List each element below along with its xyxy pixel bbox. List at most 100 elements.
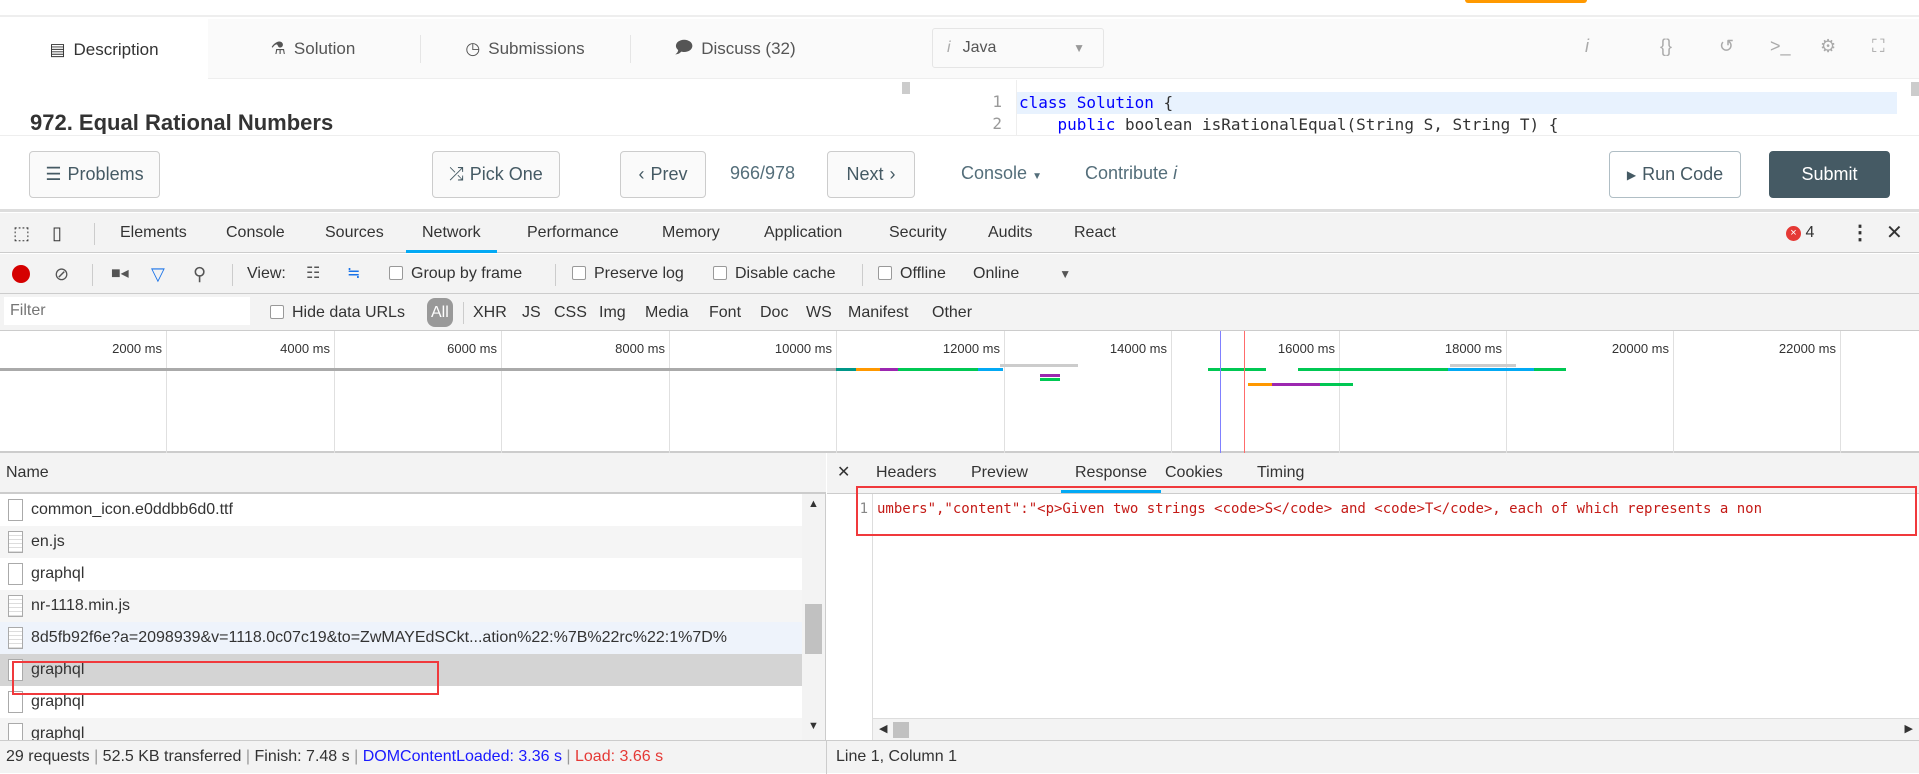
- device-toolbar-icon[interactable]: ▯: [52, 213, 62, 253]
- close-detail-icon[interactable]: ✕: [837, 453, 850, 493]
- timeline-bar: [1248, 383, 1272, 386]
- console-dropdown[interactable]: Console ▼: [961, 163, 1042, 184]
- divider: [94, 223, 95, 245]
- filter-type-manifest[interactable]: Manifest: [848, 294, 908, 331]
- clear-icon[interactable]: ⊘: [54, 254, 69, 294]
- tab-submissions[interactable]: ◷ Submissions: [420, 19, 630, 79]
- devtools-tab-application[interactable]: Application: [764, 213, 842, 253]
- scroll-down-icon[interactable]: ▼: [808, 720, 819, 732]
- tick-label: 8000 ms: [615, 341, 665, 356]
- request-row[interactable]: en.js: [0, 526, 802, 558]
- description-icon: ▤: [49, 39, 66, 59]
- tick-label: 22000 ms: [1778, 341, 1836, 356]
- request-row[interactable]: common_icon.e0ddbb6d0.ttf: [0, 494, 802, 526]
- checkbox-label: Preserve log: [594, 265, 684, 282]
- format-braces-icon[interactable]: {}: [1660, 36, 1672, 57]
- waterfall-icon[interactable]: ≒: [347, 254, 360, 294]
- error-count: 4: [1805, 224, 1815, 241]
- filter-type-font[interactable]: Font: [709, 294, 741, 331]
- name-column-header[interactable]: Name: [0, 453, 826, 494]
- terminal-icon[interactable]: >_: [1770, 36, 1791, 57]
- request-row[interactable]: nr-1118.min.js: [0, 590, 802, 622]
- scroll-up-icon[interactable]: ▲: [808, 498, 819, 510]
- timeline-bar: [0, 368, 836, 371]
- tick-label: 2000 ms: [112, 341, 162, 356]
- network-toolbar: ⊘ ■◂ ▽ ⚲ View: ☷ ≒ Group by frame Preser…: [0, 254, 1919, 294]
- screenshot-camera-icon[interactable]: ■◂: [111, 254, 129, 294]
- timeline-bar: [856, 368, 880, 371]
- close-devtools-icon[interactable]: ✕: [1886, 213, 1903, 253]
- tab-solution[interactable]: ⚗ Solution: [208, 19, 418, 79]
- search-icon[interactable]: ⚲: [193, 254, 206, 294]
- editor-scrollbar[interactable]: [1911, 82, 1919, 96]
- offline-checkbox[interactable]: Offline: [878, 254, 946, 294]
- script-file-icon: [8, 627, 23, 649]
- request-row[interactable]: graphql: [0, 558, 802, 590]
- scrollbar-thumb[interactable]: [805, 604, 822, 654]
- scroll-left-icon[interactable]: ◀: [879, 722, 887, 735]
- filter-type-css[interactable]: CSS: [554, 294, 587, 331]
- disable-cache-checkbox[interactable]: Disable cache: [713, 254, 836, 294]
- settings-icon[interactable]: ⚙: [1820, 36, 1836, 57]
- next-button[interactable]: Next ›: [827, 151, 915, 198]
- devtools-tab-memory[interactable]: Memory: [662, 213, 720, 253]
- record-icon[interactable]: [12, 265, 30, 283]
- hide-data-urls-checkbox[interactable]: Hide data URLs: [270, 294, 405, 331]
- reset-icon[interactable]: ↺: [1719, 36, 1734, 57]
- description-scrollbar[interactable]: [902, 82, 910, 94]
- devtools-tab-sources[interactable]: Sources: [325, 213, 384, 253]
- tick-label: 16000 ms: [1277, 341, 1335, 356]
- info-icon[interactable]: i: [1585, 36, 1589, 57]
- language-select[interactable]: i Java ▼: [932, 28, 1104, 68]
- problems-button[interactable]: ☰ Problems: [29, 151, 160, 198]
- tab-discuss[interactable]: 🗩 Discuss (32): [630, 19, 840, 79]
- filter-type-other[interactable]: Other: [932, 294, 972, 331]
- more-options-icon[interactable]: ⋮: [1850, 213, 1870, 253]
- gutter: 1 2: [927, 80, 1017, 135]
- large-rows-icon[interactable]: ☷: [306, 254, 320, 294]
- devtools-tab-console[interactable]: Console: [226, 213, 285, 253]
- filter-type-js[interactable]: JS: [522, 294, 541, 331]
- timeline-bar: [898, 368, 978, 371]
- devtools-tab-react[interactable]: React: [1074, 213, 1116, 253]
- request-list-scrollbar[interactable]: ▲ ▼: [802, 494, 825, 740]
- request-name: graphql: [31, 725, 85, 740]
- filter-type-ws[interactable]: WS: [806, 294, 832, 331]
- submit-button[interactable]: Submit: [1769, 151, 1890, 198]
- problem-tabs: ▤ Description ⚗ Solution ◷ Submissions 🗩 Dis…: [0, 19, 912, 80]
- contribute-link[interactable]: Contribute i: [1085, 163, 1177, 184]
- devtools-tab-audits[interactable]: Audits: [988, 213, 1032, 253]
- filter-type-xhr[interactable]: XHR: [473, 294, 507, 331]
- group-by-frame-checkbox[interactable]: Group by frame: [389, 254, 522, 294]
- devtools-tab-performance[interactable]: Performance: [527, 213, 619, 253]
- filter-type-media[interactable]: Media: [645, 294, 689, 331]
- timeline-overview[interactable]: 2000 ms 4000 ms 6000 ms 8000 ms 10000 ms…: [0, 331, 1919, 453]
- request-row[interactable]: 8d5fb92f6e?a=2098939&v=1118.0c07c19&to=Z…: [0, 622, 802, 654]
- scrollbar-thumb[interactable]: [893, 722, 909, 738]
- throttling-select[interactable]: Online ▼: [973, 254, 1071, 294]
- filter-type-doc[interactable]: Doc: [760, 294, 788, 331]
- prev-button[interactable]: ‹ Prev: [620, 151, 706, 198]
- tick-label: 20000 ms: [1611, 341, 1669, 356]
- inspect-element-icon[interactable]: ⬚: [13, 213, 30, 253]
- preserve-log-checkbox[interactable]: Preserve log: [572, 254, 684, 294]
- pick-one-button[interactable]: ⤮ Pick One: [432, 151, 560, 198]
- filter-type-all[interactable]: All: [427, 298, 453, 327]
- file-icon: [8, 723, 23, 740]
- filter-type-img[interactable]: Img: [599, 294, 626, 331]
- run-code-button[interactable]: ▶ Run Code: [1609, 151, 1741, 198]
- devtools-tab-security[interactable]: Security: [889, 213, 947, 253]
- tab-description[interactable]: ▤ Description: [0, 19, 208, 80]
- error-counter[interactable]: × 4: [1786, 213, 1814, 253]
- grid-line: [501, 331, 502, 453]
- tick-label: 4000 ms: [280, 341, 330, 356]
- request-row[interactable]: graphql: [0, 718, 802, 740]
- filter-icon[interactable]: ▽: [151, 254, 165, 294]
- fullscreen-icon[interactable]: ⛶: [1872, 36, 1885, 57]
- horizontal-scrollbar[interactable]: ◀ ▶: [873, 718, 1919, 740]
- scroll-right-icon[interactable]: ▶: [1905, 722, 1913, 735]
- devtools-tab-elements[interactable]: Elements: [120, 213, 187, 253]
- devtools-tab-network[interactable]: Network: [406, 213, 497, 253]
- filter-input[interactable]: [4, 297, 250, 325]
- code-editor[interactable]: 1 2 class Solution { public boolean isRa…: [927, 80, 1919, 135]
